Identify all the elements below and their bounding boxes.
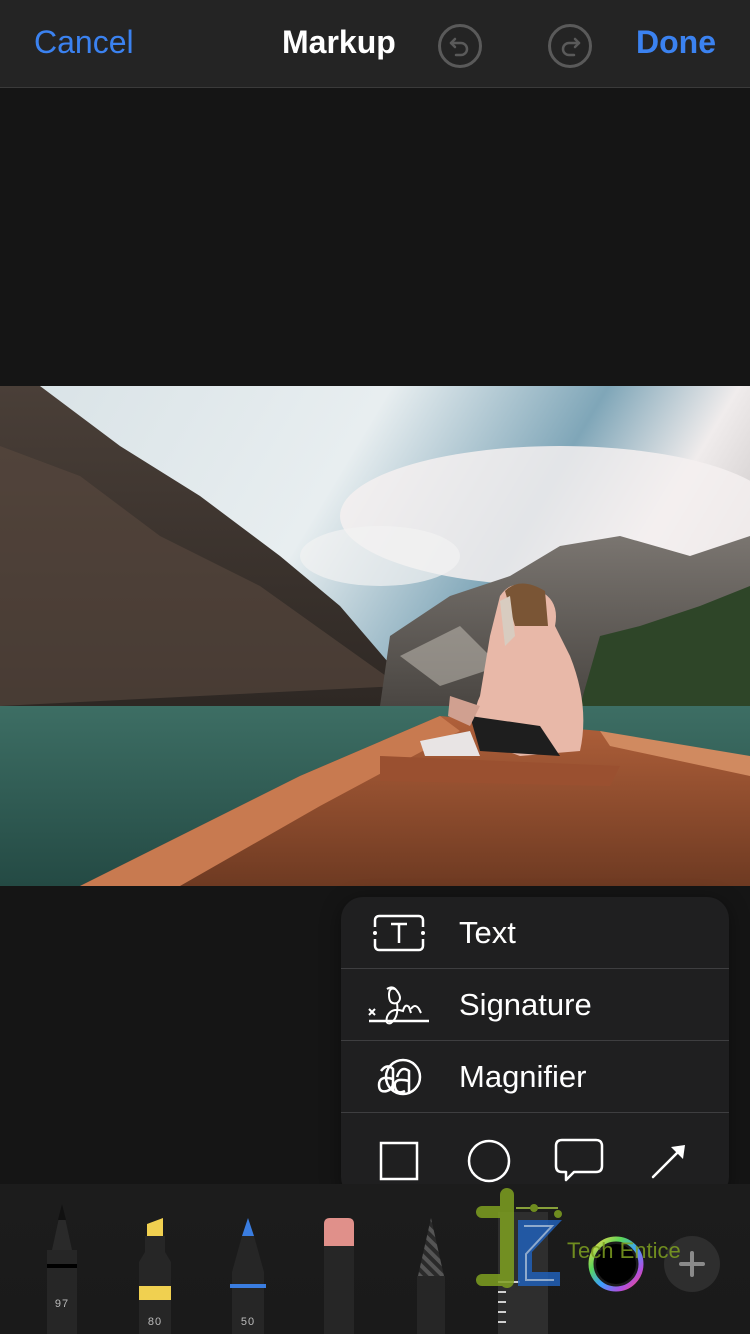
- pen-icon: [47, 1204, 77, 1334]
- circle-icon: [467, 1139, 511, 1183]
- square-icon: [379, 1141, 419, 1181]
- redo-icon: [561, 37, 581, 57]
- pen-width-label: 97: [54, 1298, 70, 1310]
- menu-item-label: Text: [459, 915, 516, 950]
- tech-entice-logo-icon: [476, 1188, 562, 1288]
- pencil-width-label: 50: [240, 1316, 256, 1328]
- done-button[interactable]: Done: [636, 24, 716, 61]
- watermark-text: Tech Entice: [567, 1238, 681, 1263]
- eraser-tool[interactable]: [322, 1216, 356, 1334]
- add-square-button[interactable]: [369, 1131, 429, 1191]
- edited-photo[interactable]: [0, 386, 750, 886]
- cancel-button[interactable]: Cancel: [34, 24, 134, 61]
- pencil-tool[interactable]: 50: [230, 1216, 266, 1334]
- watermark-logo: [472, 1188, 572, 1298]
- undo-button[interactable]: [438, 24, 482, 68]
- pen-tool[interactable]: 97: [44, 1200, 80, 1334]
- highlighter-width-label: 80: [147, 1316, 163, 1328]
- menu-item-text[interactable]: Text: [341, 897, 729, 969]
- plus-icon: [679, 1251, 705, 1277]
- highlighter-tool[interactable]: 80: [137, 1216, 173, 1334]
- menu-item-signature[interactable]: Signature: [341, 969, 729, 1041]
- menu-item-label: Signature: [459, 987, 592, 1022]
- lasso-tool[interactable]: [414, 1216, 448, 1334]
- lasso-icon: [417, 1218, 445, 1334]
- add-speech-bubble-button[interactable]: [549, 1131, 609, 1191]
- eraser-icon: [324, 1218, 354, 1334]
- add-tool-popup-menu: Text Signature Magnifier: [341, 897, 729, 1199]
- magnifier-icon: [365, 1053, 433, 1101]
- add-arrow-button[interactable]: [639, 1131, 699, 1191]
- menu-item-magnifier[interactable]: Magnifier: [341, 1041, 729, 1113]
- navigation-bar: Cancel Markup Done: [0, 0, 750, 88]
- photo-illustration: [0, 386, 750, 886]
- arrow-icon: [651, 1145, 685, 1179]
- redo-button[interactable]: [548, 24, 592, 68]
- page-title: Markup: [282, 24, 396, 60]
- text-box-icon: [365, 909, 433, 957]
- undo-icon: [449, 37, 469, 57]
- add-circle-button[interactable]: [459, 1131, 519, 1191]
- menu-item-label: Magnifier: [459, 1059, 587, 1094]
- speech-bubble-icon: [554, 1138, 604, 1182]
- signature-icon: [365, 981, 433, 1029]
